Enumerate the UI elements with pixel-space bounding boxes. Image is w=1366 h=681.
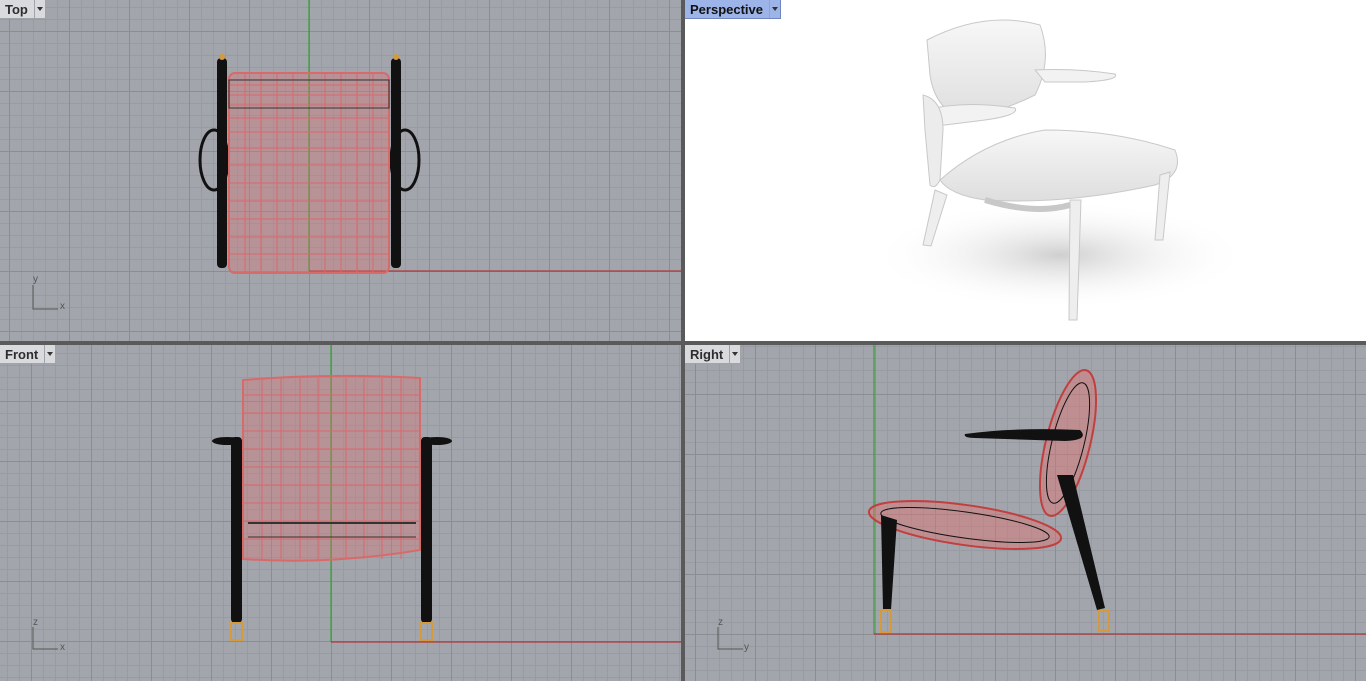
front-view-geometry (32, 345, 681, 650)
viewport-right[interactable]: z y Right (685, 345, 1366, 681)
viewport-title: Perspective (690, 1, 763, 17)
axis-label-z: z (718, 617, 723, 628)
viewport-title: Top (5, 1, 28, 17)
top-view-geometry (32, 0, 681, 310)
tab-front-viewport[interactable]: Front (0, 345, 57, 364)
axis-label-x: x (60, 642, 65, 653)
dropdown-arrow-icon[interactable] (729, 345, 740, 363)
viewport-front[interactable]: z x Front (0, 345, 681, 681)
axis-label-x: x (60, 301, 65, 312)
axis-label-z: z (33, 617, 38, 628)
tab-top-viewport[interactable]: Top (0, 0, 46, 19)
viewport-title: Right (690, 346, 724, 362)
tab-right-viewport[interactable]: Right (685, 345, 742, 364)
tab-perspective-viewport[interactable]: Perspective (685, 0, 781, 19)
dropdown-arrow-icon[interactable] (33, 0, 45, 18)
axis-label-y: y (744, 642, 749, 653)
right-view-geometry (717, 345, 1366, 650)
viewport-top[interactable]: y x Top (0, 0, 681, 341)
perspective-render (870, 19, 1250, 321)
viewport-title: Front (5, 346, 39, 362)
dropdown-arrow-icon[interactable] (769, 0, 780, 18)
dropdown-arrow-icon[interactable] (44, 345, 55, 363)
viewport-perspective[interactable]: Perspective (685, 0, 1366, 341)
axis-label-y: y (33, 274, 38, 285)
